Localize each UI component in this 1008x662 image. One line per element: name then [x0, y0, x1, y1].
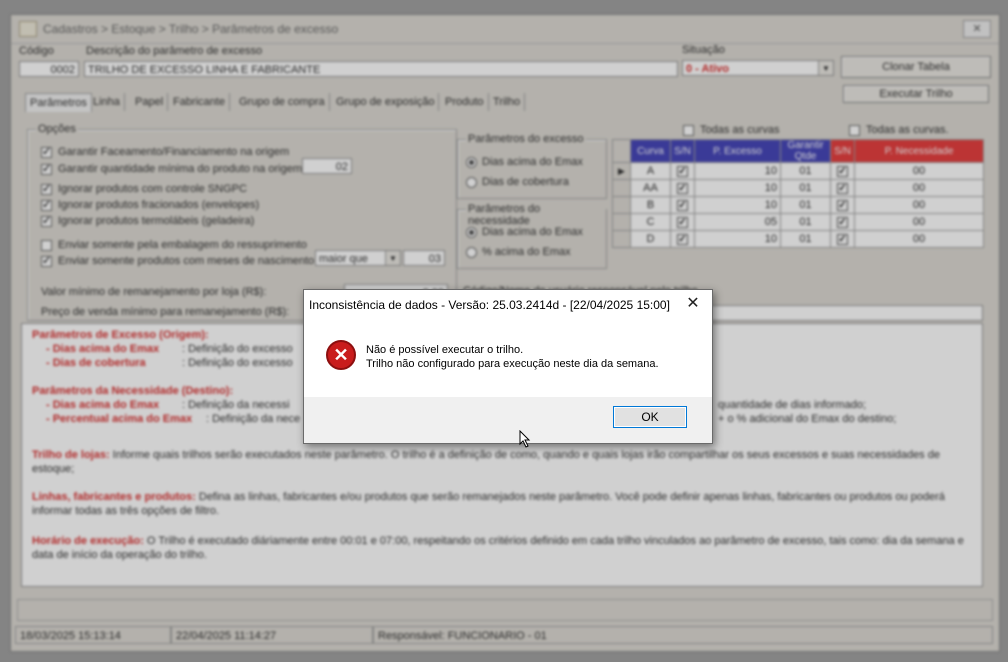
mouse-cursor-icon [519, 430, 531, 448]
dialog-title: Inconsistência de dados - Versão: 25.03.… [309, 298, 670, 312]
error-dialog: Inconsistência de dados - Versão: 25.03.… [303, 289, 713, 444]
error-icon: ✕ [326, 340, 356, 370]
dialog-message-line2: Trilho não configurado para execução nes… [366, 358, 659, 370]
dialog-close-icon[interactable]: ✕ [683, 294, 703, 314]
ok-button[interactable]: OK [613, 406, 687, 428]
dialog-message-line1: Não é possível executar o trilho. [366, 344, 524, 356]
